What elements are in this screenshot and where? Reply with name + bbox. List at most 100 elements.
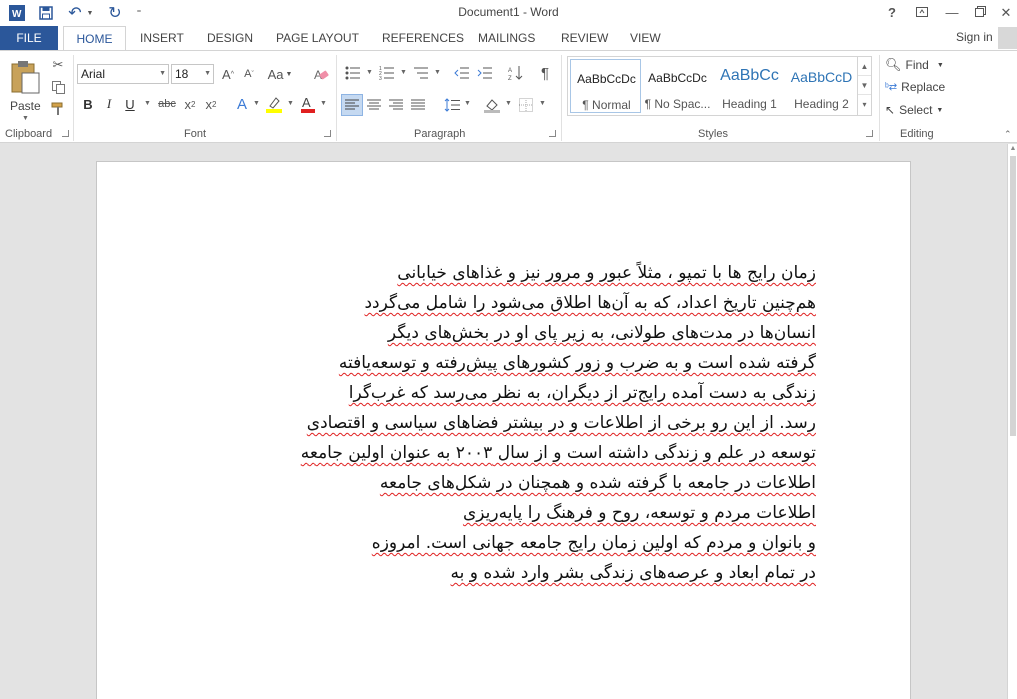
restore-icon[interactable] [970, 3, 990, 23]
paste-dropdown-icon[interactable]: ▼ [22, 115, 29, 122]
justify-button[interactable] [408, 95, 428, 115]
tab-mailings[interactable]: MAILINGS [478, 26, 535, 50]
avatar[interactable] [998, 27, 1017, 49]
highlight-dropdown-icon[interactable]: ▼ [287, 100, 294, 107]
line-spacing-icon[interactable] [442, 95, 462, 115]
font-size-combo[interactable]: 18 ▼ [171, 64, 214, 84]
ribbon-display-options-icon[interactable] [912, 3, 932, 23]
style-heading-1[interactable]: AaBbCc Heading 1 [714, 59, 785, 113]
line-spacing-dropdown-icon[interactable]: ▼ [464, 100, 471, 107]
paste-button[interactable]: Paste ▼ [6, 57, 46, 122]
shading-dropdown-icon[interactable]: ▼ [505, 100, 512, 107]
style-sample: AaBbCcDc [577, 72, 636, 86]
style-heading-2[interactable]: AaBbCcD Heading 2 [786, 59, 857, 113]
tab-home[interactable]: HOME [63, 26, 126, 51]
svg-text:Z: Z [508, 76, 512, 81]
italic-button[interactable]: I [101, 95, 117, 113]
text-effects-icon[interactable]: A [233, 95, 251, 113]
sign-in-link[interactable]: Sign in [956, 30, 993, 44]
replace-label: Replace [901, 80, 946, 94]
document-line: هم‌چنین تاریخ اعداد، که به آن‌ها اطلاق م… [364, 293, 816, 313]
find-button[interactable]: 🔍︎ Find ▼ [885, 57, 944, 73]
decrease-indent-icon[interactable] [452, 64, 472, 82]
bold-button[interactable]: B [80, 95, 96, 113]
styles-dialog-launcher-icon[interactable] [866, 130, 873, 137]
multilevel-list-icon[interactable] [411, 64, 431, 82]
chevron-down-icon: ▼ [159, 70, 166, 77]
cut-icon[interactable]: ✂ [50, 57, 66, 73]
tab-review[interactable]: REVIEW [561, 26, 608, 50]
bullets-icon[interactable] [343, 64, 363, 82]
sort-icon[interactable]: AZ [506, 64, 526, 82]
gallery-down-icon[interactable]: ▼ [858, 76, 871, 95]
multilevel-dropdown-icon[interactable]: ▼ [434, 69, 441, 76]
bullets-dropdown-icon[interactable]: ▼ [366, 69, 373, 76]
style-normal[interactable]: AaBbCcDc ¶ Normal [570, 59, 641, 113]
font-name-combo[interactable]: Arial ▼ [77, 64, 169, 84]
style-no-spacing[interactable]: AaBbCcDc ¶ No Spac... [642, 59, 713, 113]
vertical-scrollbar[interactable]: ▲ [1007, 144, 1017, 699]
highlight-icon[interactable] [264, 95, 284, 113]
align-left-button[interactable] [386, 95, 406, 115]
cursor-icon: ↖ [885, 103, 896, 117]
collapse-ribbon-icon[interactable]: ⌃ [1004, 129, 1012, 140]
underline-dropdown-icon[interactable]: ▼ [144, 100, 151, 107]
copy-icon[interactable] [50, 79, 66, 95]
clear-formatting-icon[interactable]: A [312, 65, 330, 83]
tab-insert[interactable]: INSERT [140, 26, 184, 50]
shading-icon[interactable] [482, 95, 502, 115]
tab-page-layout[interactable]: PAGE LAYOUT [276, 26, 359, 50]
ribbon-tabs: FILE HOME INSERT DESIGN PAGE LAYOUT REFE… [0, 26, 1017, 51]
format-painter-icon[interactable] [50, 101, 66, 117]
style-name: ¶ Normal [582, 98, 631, 112]
find-label: Find [905, 58, 929, 72]
svg-text:3: 3 [379, 76, 382, 80]
change-case-icon[interactable]: Aa ▼ [268, 65, 293, 83]
numbering-icon[interactable]: 123 [377, 64, 397, 82]
style-sample: AaBbCcDc [648, 71, 707, 85]
window-title: Document1 - Word [458, 5, 559, 19]
text-effects-dropdown-icon[interactable]: ▼ [253, 100, 260, 107]
help-icon[interactable]: ? [882, 3, 902, 23]
show-hide-paragraph-icon[interactable]: ¶ [536, 64, 554, 82]
tab-design[interactable]: DESIGN [207, 26, 253, 50]
tab-view[interactable]: VIEW [630, 26, 661, 50]
replace-button[interactable]: ᵇ⇄ Replace [885, 80, 945, 94]
scroll-up-icon[interactable]: ▲ [1008, 144, 1017, 154]
tab-file[interactable]: FILE [0, 26, 58, 50]
minimize-icon[interactable]: — [942, 3, 962, 23]
document-line: اطلاعات مردم و توسعه، روح و فرهنگ را پای… [462, 503, 816, 523]
select-button[interactable]: ↖ Select ▼ [885, 103, 943, 117]
scroll-thumb[interactable] [1010, 156, 1016, 436]
gallery-more-icon[interactable]: ▾ [858, 95, 871, 114]
subscript-button[interactable]: x2 [181, 95, 199, 113]
superscript-button[interactable]: x2 [202, 95, 220, 113]
replace-icon: ᵇ⇄ [885, 81, 898, 93]
font-name-value: Arial [81, 67, 106, 81]
align-center-button[interactable] [364, 95, 384, 115]
underline-button[interactable]: U [122, 95, 138, 113]
borders-icon[interactable] [516, 95, 536, 115]
styles-group-label: Styles [698, 128, 728, 140]
font-color-dropdown-icon[interactable]: ▼ [320, 100, 327, 107]
document-body[interactable]: زمان رایج ها با تمپو ، مثلاً عبور و مرور… [191, 258, 816, 588]
align-right-button[interactable] [341, 94, 363, 116]
clipboard-dialog-launcher-icon[interactable] [62, 130, 69, 137]
font-dialog-launcher-icon[interactable] [324, 130, 331, 137]
separator [73, 55, 74, 141]
numbering-dropdown-icon[interactable]: ▼ [400, 69, 407, 76]
strikethrough-button[interactable]: abc [156, 95, 178, 113]
grow-font-icon[interactable]: A ^ [219, 65, 237, 83]
shrink-font-icon[interactable]: Aˇ [240, 65, 258, 83]
borders-dropdown-icon[interactable]: ▼ [539, 100, 546, 107]
close-icon[interactable]: ✕ [996, 3, 1016, 23]
paste-label: Paste [10, 99, 41, 113]
increase-indent-icon[interactable] [475, 64, 495, 82]
gallery-up-icon[interactable]: ▲ [858, 57, 871, 76]
tab-references[interactable]: REFERENCES [382, 26, 464, 50]
document-line: زمان رایج ها با تمپو ، مثلاً عبور و مرور… [397, 263, 816, 283]
font-color-icon[interactable]: A [298, 95, 318, 113]
document-page[interactable]: زمان رایج ها با تمپو ، مثلاً عبور و مرور… [96, 161, 911, 699]
style-name: Heading 1 [722, 97, 777, 111]
paragraph-dialog-launcher-icon[interactable] [549, 130, 556, 137]
